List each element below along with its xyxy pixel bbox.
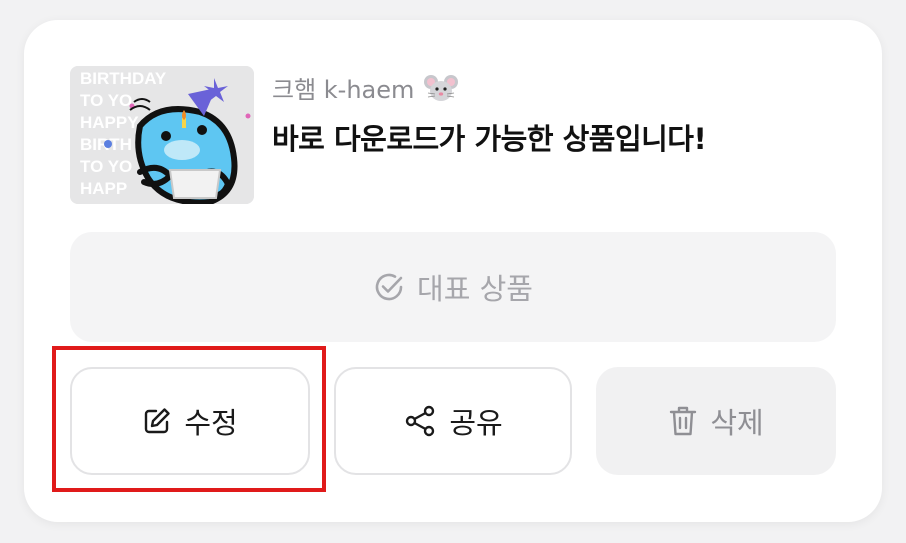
edit-button-label: 수정 bbox=[184, 406, 238, 440]
thumbnail-text-6: HAPP bbox=[80, 179, 127, 198]
product-thumbnail[interactable]: BIRTHDAY TO YO HAPPY BIRTH TO YO HAPP bbox=[70, 66, 254, 204]
seller-info[interactable]: 크햄 k-haem bbox=[272, 70, 459, 105]
delete-button[interactable]: 삭제 bbox=[596, 367, 836, 475]
edit-button[interactable]: 수정 bbox=[70, 367, 310, 475]
share-icon bbox=[406, 405, 435, 437]
share-button-label: 공유 bbox=[449, 406, 503, 440]
pencil-icon bbox=[145, 408, 171, 434]
featured-button-label: 대표 상품 bbox=[417, 272, 533, 306]
check-circle-icon bbox=[375, 273, 403, 301]
thumbnail-illustration: BIRTHDAY TO YO HAPPY BIRTH TO YO HAPP bbox=[70, 66, 254, 204]
delete-button-label: 삭제 bbox=[710, 406, 764, 440]
product-title: 바로 다운로드가 가능한 상품입니다! bbox=[272, 122, 707, 156]
share-button[interactable]: 공유 bbox=[334, 367, 572, 475]
featured-product-button[interactable]: 대표 상품 bbox=[70, 232, 836, 342]
mouse-face-icon bbox=[424, 73, 459, 103]
thumbnail-text-5: TO YO bbox=[80, 157, 132, 176]
thumbnail-text-2: TO YO bbox=[80, 91, 132, 110]
product-card: BIRTHDAY TO YO HAPPY BIRTH TO YO HAPP bbox=[24, 20, 882, 522]
seller-name: 크햄 k-haem bbox=[272, 76, 415, 104]
thumbnail-text-1: BIRTHDAY bbox=[80, 69, 167, 88]
thumbnail-text-3: HAPPY bbox=[80, 113, 139, 132]
trash-icon bbox=[670, 406, 697, 436]
